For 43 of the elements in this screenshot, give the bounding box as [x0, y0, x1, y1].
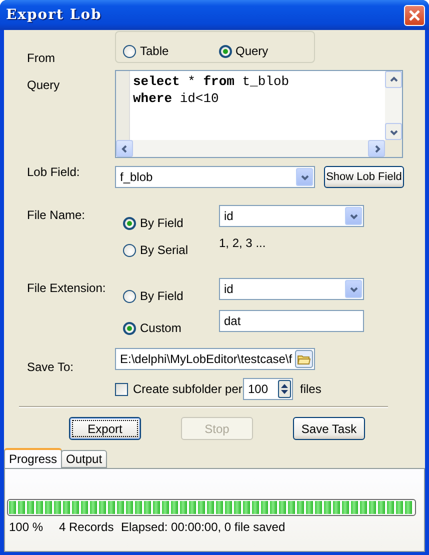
- save-path-field[interactable]: E:\delphi\MyLobEditor\testcase\f: [115, 348, 315, 370]
- radio-button[interactable]: By Field: [123, 216, 219, 230]
- action-button[interactable]: Export: [69, 417, 141, 440]
- radio-button[interactable]: By Serial: [123, 243, 219, 257]
- spin-arrows-icon: [280, 382, 289, 396]
- show-lob-field-button[interactable]: Show Lob Field: [324, 166, 404, 188]
- field-label: Query: [27, 78, 61, 92]
- input-field[interactable]: dat: [219, 310, 364, 332]
- lob-field-dropdown[interactable]: f_blob: [115, 166, 315, 188]
- arrow-left-icon: [120, 144, 130, 154]
- unit-label: files: [300, 382, 322, 396]
- subfolder-checkbox[interactable]: Create subfolder per: [115, 382, 243, 396]
- radio-button[interactable]: Table: [123, 44, 218, 58]
- tab[interactable]: Progress: [4, 448, 62, 468]
- vertical-scrollbar[interactable]: [385, 71, 402, 140]
- field-label: Save To:: [27, 360, 74, 374]
- count-spinner[interactable]: 100: [243, 378, 293, 400]
- horizontal-scrollbar[interactable]: [116, 140, 385, 157]
- close-button[interactable]: [404, 4, 425, 26]
- code-line: select* from t_blob: [133, 73, 290, 90]
- dropdown[interactable]: id: [219, 278, 364, 300]
- records-text: 4 Records: [59, 520, 115, 534]
- percent-text: 100 %: [9, 520, 44, 534]
- field-label: From: [27, 51, 56, 65]
- elapsed-text: Elapsed: 00:00:00, 0 file saved: [121, 520, 286, 534]
- radio-button[interactable]: Query: [218, 44, 314, 58]
- code-line: where id<10: [133, 90, 220, 107]
- tab[interactable]: Output: [61, 450, 108, 468]
- line-gutter: [116, 71, 130, 140]
- dropdown[interactable]: id: [219, 205, 364, 227]
- radio-button[interactable]: By Field: [123, 289, 219, 303]
- arrow-up-icon: [388, 74, 398, 84]
- serial-text: 1, 2, 3 ...: [219, 236, 266, 250]
- field-label: File Name:: [27, 208, 86, 222]
- field-label: File Extension:: [27, 281, 107, 295]
- action-button[interactable]: Save Task: [293, 417, 365, 440]
- folder-icon[interactable]: [295, 350, 313, 368]
- radio-button[interactable]: Custom: [123, 321, 219, 335]
- window-title: Export Lob: [6, 7, 102, 23]
- field-label: Lob Field:: [27, 165, 81, 179]
- scrollbar-corner: [385, 140, 402, 157]
- close-icon: [408, 8, 421, 22]
- query-editor[interactable]: select* from t_blob where id<10: [115, 70, 403, 158]
